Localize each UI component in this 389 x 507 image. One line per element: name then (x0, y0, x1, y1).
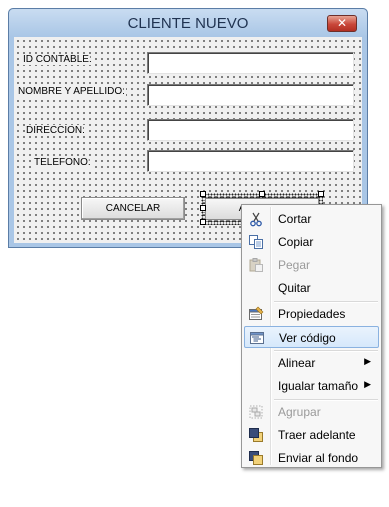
menu-item-label: Alinear (278, 356, 316, 370)
menu-item-alinear[interactable]: Alinear ▶ (244, 352, 379, 374)
close-button[interactable]: ✕ (327, 15, 357, 32)
menu-item-copiar[interactable]: Copiar (244, 231, 379, 253)
view-code-icon (250, 332, 264, 344)
label-nombre-apellido[interactable]: NOMBRE Y APELLIDO: (17, 86, 126, 97)
menu-item-cortar[interactable]: Cortar (244, 208, 379, 230)
resize-handle-ne[interactable] (318, 191, 324, 197)
close-icon: ✕ (336, 16, 348, 30)
resize-handle-n[interactable] (259, 191, 265, 197)
submenu-arrow-icon: ▶ (364, 379, 371, 389)
resize-handle-w[interactable] (200, 205, 206, 211)
scissors-icon (250, 212, 262, 227)
menu-item-label: Traer adelante (278, 428, 356, 442)
label-id-contable[interactable]: ID CONTABLE: (22, 54, 93, 65)
textbox-telefono[interactable] (147, 150, 354, 172)
paste-icon (249, 258, 263, 272)
menu-item-label: Agrupar (278, 405, 321, 419)
textbox-nombre-apellido[interactable] (147, 84, 354, 106)
label-telefono[interactable]: TELEFONO: (33, 157, 92, 168)
textbox-id-contable[interactable] (147, 52, 354, 74)
resize-handle-sw[interactable] (200, 219, 206, 225)
menu-item-agrupar[interactable]: Agrupar (244, 401, 379, 423)
context-menu: Cortar Copiar Pegar Quitar Propiedades V… (241, 204, 382, 468)
resize-handle-nw[interactable] (200, 191, 206, 197)
group-icon (249, 405, 263, 419)
menu-item-label: Propiedades (278, 307, 346, 321)
menu-item-label: Quitar (278, 281, 311, 295)
menu-item-label: Copiar (278, 235, 314, 249)
bring-to-front-icon (249, 428, 263, 442)
menu-item-label: Cortar (278, 212, 312, 226)
menu-item-igualar-tamano[interactable]: Igualar tamaño ▶ (244, 375, 379, 397)
menu-item-pegar[interactable]: Pegar (244, 254, 379, 276)
submenu-arrow-icon: ▶ (364, 356, 371, 366)
menu-item-label: Enviar al fondo (278, 451, 359, 465)
menu-item-label: Ver código (279, 331, 336, 345)
title-bar[interactable]: CLIENTE NUEVO ✕ (9, 9, 367, 37)
copy-icon (249, 235, 263, 249)
menu-item-enviar-al-fondo[interactable]: Enviar al fondo (244, 447, 379, 469)
textbox-direccion[interactable] (147, 119, 354, 141)
menu-separator (274, 350, 378, 351)
menu-item-label: Pegar (278, 258, 311, 272)
label-direccion[interactable]: DIRECCION: (25, 125, 86, 136)
cancel-button[interactable]: CANCELAR (81, 197, 185, 220)
menu-item-quitar[interactable]: Quitar (244, 277, 379, 299)
menu-separator (274, 399, 378, 400)
menu-item-propiedades[interactable]: Propiedades (244, 303, 379, 325)
properties-icon (249, 306, 264, 320)
menu-item-ver-codigo[interactable]: Ver código (244, 326, 379, 348)
menu-item-traer-adelante[interactable]: Traer adelante (244, 424, 379, 446)
menu-item-label: Igualar tamaño (278, 379, 359, 393)
form-title: CLIENTE NUEVO (127, 15, 249, 32)
menu-separator (274, 301, 378, 302)
send-to-back-icon (249, 451, 263, 465)
